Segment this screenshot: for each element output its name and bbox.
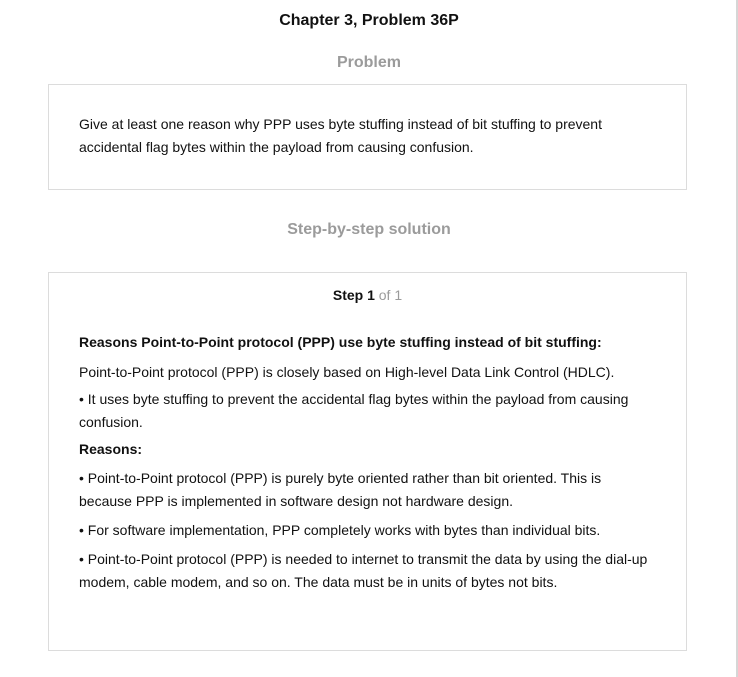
step-header: Step 1 of 1 xyxy=(79,287,656,303)
reason-item: • Point-to-Point protocol (PPP) is purel… xyxy=(79,470,602,509)
problem-text: Give at least one reason why PPP uses by… xyxy=(79,116,602,155)
problem-heading: Problem xyxy=(336,54,401,71)
solution-heading: Step-by-step solution xyxy=(287,221,451,238)
problem-box: Give at least one reason why PPP uses by… xyxy=(48,84,687,190)
solution-intro: Point-to-Point protocol (PPP) is closely… xyxy=(79,364,615,380)
step-count: of 1 xyxy=(378,287,403,303)
reason-item: • Point-to-Point protocol (PPP) is neede… xyxy=(79,551,648,590)
solution-box: Step 1 of 1 Reasons Point-to-Point proto… xyxy=(48,272,687,651)
reason-item: • For software implementation, PPP compl… xyxy=(79,522,601,538)
solution-subheading: Reasons Point-to-Point protocol (PPP) us… xyxy=(79,334,602,350)
chapter-title: Chapter 3, Problem 36P xyxy=(279,12,459,29)
reasons-heading: Reasons: xyxy=(79,441,143,457)
solution-point: • It uses byte stuffing to prevent the a… xyxy=(79,391,629,430)
step-label: Step 1 xyxy=(332,287,375,303)
